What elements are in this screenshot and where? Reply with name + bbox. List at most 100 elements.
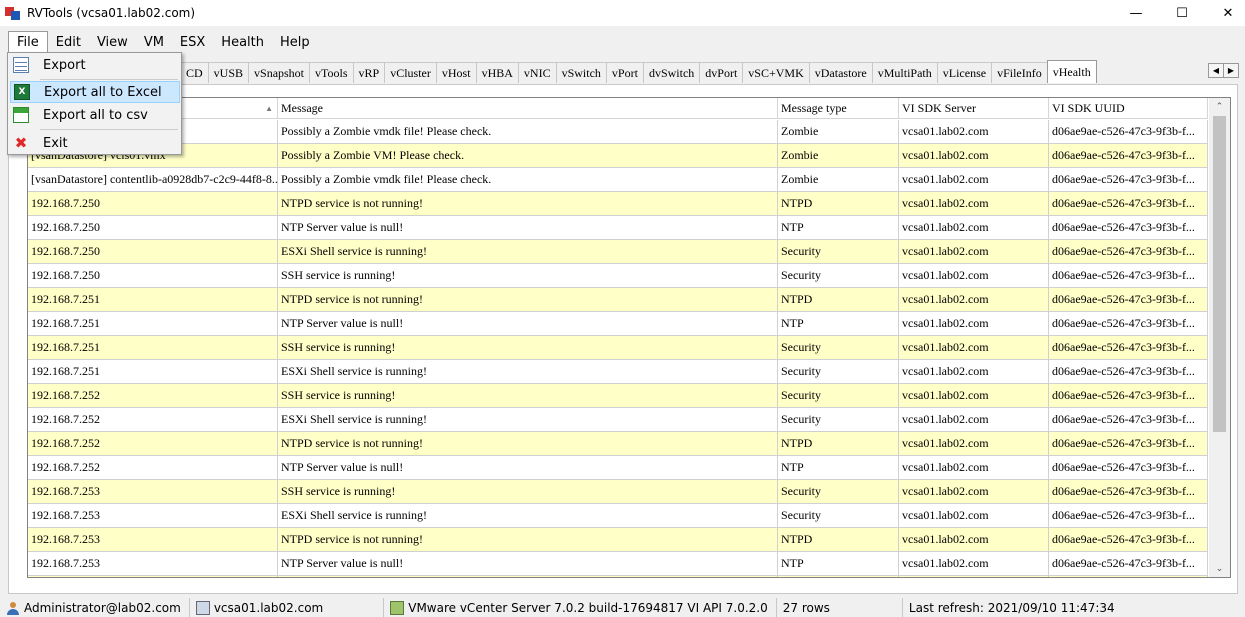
table-row[interactable]: 192.168.7.251 SSH service is running! Secu… <box>28 336 1208 360</box>
table-cell: Possibly a Zombie VM! Please check. <box>278 144 778 167</box>
table-row[interactable]: 192.168.7.252 NTP Server value is null! NT… <box>28 456 1208 480</box>
content-panel: ▲ Message Message type VI SDK Server VI … <box>8 84 1238 594</box>
table-row[interactable]: 192.168.7.250 NTP Server value is null! NT… <box>28 216 1208 240</box>
column-header-vi-sdk-server[interactable]: VI SDK Server <box>899 98 1049 119</box>
tab-vtools[interactable]: vTools <box>309 62 354 83</box>
status-row-count: 27 rows <box>777 598 903 617</box>
menu-esx[interactable]: ESX <box>172 31 213 53</box>
close-button[interactable]: ✕ <box>1205 0 1245 26</box>
table-row[interactable]: 192.168.7.251 ESXi Shell service is runni… <box>28 360 1208 384</box>
table-cell: vcsa01.lab02.com <box>899 168 1049 191</box>
menu-edit[interactable]: Edit <box>48 31 89 53</box>
table-icon <box>13 57 29 73</box>
tab-vdatastore[interactable]: vDatastore <box>808 62 873 83</box>
table-cell: d06ae9ae-c526-47c3-9f3b-f... <box>1049 192 1208 215</box>
table-row[interactable] <box>28 576 1208 577</box>
menu-health[interactable]: Health <box>213 31 272 53</box>
table-cell: d06ae9ae-c526-47c3-9f3b-f... <box>1049 240 1208 263</box>
table-cell: 192.168.7.252 <box>28 384 278 407</box>
menu-export[interactable]: Export <box>10 54 180 76</box>
scroll-down-icon[interactable]: ⌄ <box>1209 560 1230 577</box>
table-cell: vcsa01.lab02.com <box>899 384 1049 407</box>
table-cell: NTP <box>778 312 899 335</box>
table-cell: NTPD service is not running! <box>278 288 778 311</box>
column-header-message-type[interactable]: Message type <box>778 98 899 119</box>
column-header-vi-sdk-uuid[interactable]: VI SDK UUID <box>1049 98 1208 119</box>
tab-dvport[interactable]: dvPort <box>699 62 744 83</box>
tab-vrp[interactable]: vRP <box>352 62 386 83</box>
tab-vmultipath[interactable]: vMultiPath <box>871 62 938 83</box>
column-header-message[interactable]: Message <box>278 98 778 119</box>
table-cell: d06ae9ae-c526-47c3-9f3b-f... <box>1049 432 1208 455</box>
table-row[interactable]: 192.168.7.253 ESXi Shell service is runni… <box>28 504 1208 528</box>
table-cell: d06ae9ae-c526-47c3-9f3b-f... <box>1049 312 1208 335</box>
table-row[interactable]: 192.168.7.252 SSH service is running! Secu… <box>28 384 1208 408</box>
minimize-button[interactable]: — <box>1113 0 1159 26</box>
tab-vswitch[interactable]: vSwitch <box>555 62 607 83</box>
tab-vusb[interactable]: vUSB <box>207 62 250 83</box>
table-cell: 192.168.7.252 <box>28 408 278 431</box>
table-row[interactable]: 192.168.7.253 SSH service is running! Secu… <box>28 480 1208 504</box>
menu-file[interactable]: File <box>8 31 48 53</box>
table-cell: SSH service is running! <box>278 384 778 407</box>
table-row[interactable]: 192.168.7.250 ESXi Shell service is runni… <box>28 240 1208 264</box>
health-grid: ▲ Message Message type VI SDK Server VI … <box>27 97 1231 578</box>
vcenter-icon <box>390 600 405 615</box>
menu-vm[interactable]: VM <box>136 31 172 53</box>
table-row[interactable]: 192.168.7.251 NTP Server value is null! NT… <box>28 312 1208 336</box>
table-cell: vcsa01.lab02.com <box>899 336 1049 359</box>
tab-scroll-left-button[interactable]: ◀ <box>1208 63 1224 78</box>
table-cell: d06ae9ae-c526-47c3-9f3b-f... <box>1049 552 1208 575</box>
menu-exit[interactable]: ✖ Exit <box>10 132 180 154</box>
table-row[interactable]: 192.168.7.250 SSH service is running! Secu… <box>28 264 1208 288</box>
table-cell: NTPD <box>778 192 899 215</box>
table-cell: NTPD <box>778 432 899 455</box>
tab-vlicense[interactable]: vLicense <box>936 62 993 83</box>
table-cell: Security <box>778 360 899 383</box>
tab-vfileinfo[interactable]: vFileInfo <box>991 62 1048 83</box>
scrollbar-thumb[interactable] <box>1213 116 1226 432</box>
table-cell: d06ae9ae-c526-47c3-9f3b-f... <box>1049 168 1208 191</box>
tab-vhba[interactable]: vHBA <box>475 62 519 83</box>
table-cell: 192.168.7.251 <box>28 336 278 359</box>
table-row[interactable]: 192.168.7.253 NTPD service is not running… <box>28 528 1208 552</box>
maximize-icon: ☐ <box>1176 5 1188 21</box>
table-row[interactable]: 192.168.7.251 NTPD service is not running… <box>28 288 1208 312</box>
tab-vport[interactable]: vPort <box>605 62 644 83</box>
maximize-button[interactable]: ☐ <box>1159 0 1205 26</box>
menu-help[interactable]: Help <box>272 31 318 53</box>
tab-vnic[interactable]: vNIC <box>517 62 557 83</box>
menu-view[interactable]: View <box>89 31 136 53</box>
table-row[interactable]: 192.168.7.253 NTP Server value is null! NT… <box>28 552 1208 576</box>
table-cell: NTPD service is not running! <box>278 192 778 215</box>
tab-vcluster[interactable]: vCluster <box>384 62 437 83</box>
table-cell: d06ae9ae-c526-47c3-9f3b-f... <box>1049 336 1208 359</box>
table-cell: vcsa01.lab02.com <box>899 552 1049 575</box>
table-row[interactable]: [vsanDatastore] 01.vmdkPossibly a Zombie… <box>28 120 1208 144</box>
table-cell: vcsa01.lab02.com <box>899 264 1049 287</box>
scroll-up-icon[interactable]: ⌃ <box>1209 98 1230 115</box>
tab-scroll-right-button[interactable]: ▶ <box>1223 63 1239 78</box>
tab-vsc-vmk[interactable]: vSC+VMK <box>742 62 810 83</box>
table-cell: vcsa01.lab02.com <box>899 528 1049 551</box>
menu-export-all-csv[interactable]: Export all to csv <box>10 104 180 126</box>
table-row[interactable]: 192.168.7.250 NTPD service is not running… <box>28 192 1208 216</box>
table-row[interactable]: 192.168.7.252 ESXi Shell service is runni… <box>28 408 1208 432</box>
window-title: RVTools (vcsa01.lab02.com) <box>27 6 196 20</box>
tab-cd[interactable]: CD <box>180 62 209 83</box>
tab-vhost[interactable]: vHost <box>435 62 477 83</box>
table-cell: 192.168.7.253 <box>28 504 278 527</box>
table-cell: 192.168.7.252 <box>28 456 278 479</box>
tab-vhealth[interactable]: vHealth <box>1046 60 1097 83</box>
menu-export-all-excel[interactable]: X Export all to Excel <box>10 81 180 103</box>
tab-vsnapshot[interactable]: vSnapshot <box>248 62 311 83</box>
table-row[interactable]: [vsanDatastore] contentlib-a0928db7-c2c9… <box>28 168 1208 192</box>
tab-dvswitch[interactable]: dvSwitch <box>642 62 701 83</box>
table-cell: d06ae9ae-c526-47c3-9f3b-f... <box>1049 528 1208 551</box>
vertical-scrollbar[interactable]: ⌃ ⌄ <box>1209 98 1230 577</box>
table-cell: Zombie <box>778 144 899 167</box>
table-row[interactable]: 192.168.7.252 NTPD service is not running… <box>28 432 1208 456</box>
table-row[interactable]: [vsanDatastore] vcls01.vmx Possibly a Zom… <box>28 144 1208 168</box>
file-menu-dropdown: Export X Export all to Excel Export all … <box>7 52 182 155</box>
table-cell: NTPD <box>778 288 899 311</box>
